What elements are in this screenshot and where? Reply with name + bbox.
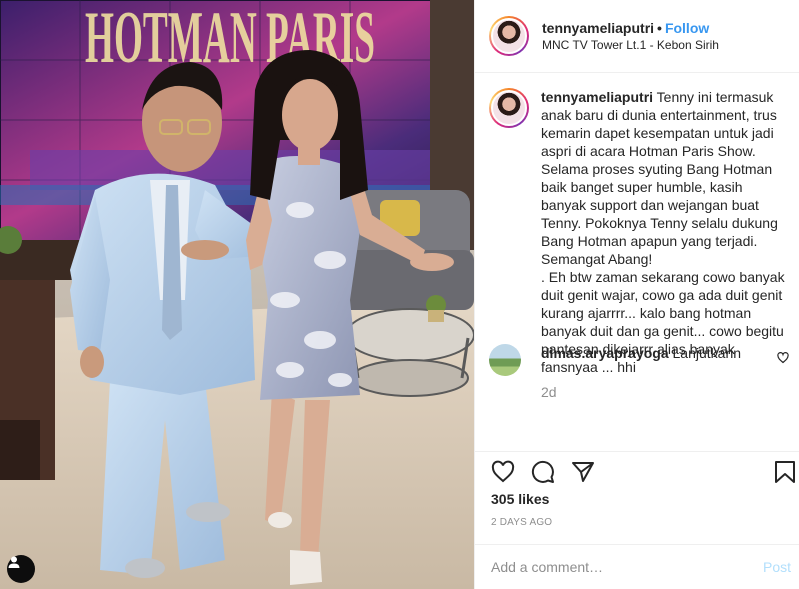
caption: tennyameliaputri Tenny ini termasuk anak…	[489, 88, 785, 376]
caption-username[interactable]: tennyameliaputri	[541, 89, 653, 105]
post-header: tennyameliaputri • Follow MNC TV Tower Lt.…	[475, 0, 799, 73]
caption-avatar[interactable]	[489, 88, 529, 128]
post-side-panel: tennyameliaputri • Follow MNC TV Tower Lt.…	[474, 0, 799, 589]
small-heart-icon[interactable]	[777, 352, 789, 364]
share-icon	[572, 462, 594, 482]
caption-text: Tenny ini termasuk anak baru di dunia en…	[541, 89, 785, 375]
commenter-avatar[interactable]	[489, 344, 521, 376]
location-link[interactable]: MNC TV Tower Lt.1 - Kebon Sirih	[542, 38, 719, 52]
post-date[interactable]: 2 DAYS AGO	[491, 517, 552, 528]
post-comment-button[interactable]: Post	[763, 559, 791, 575]
author-avatar[interactable]	[489, 16, 529, 56]
add-comment-bar: Post	[475, 544, 799, 589]
photo-illustration: HOTMAN PARIS	[0, 0, 474, 589]
comment-username[interactable]: dimas.aryaprayoga	[541, 345, 669, 361]
comment-text: Lanjutkann	[672, 345, 742, 361]
user-tag-icon	[8, 556, 20, 568]
comment-icon	[531, 460, 554, 483]
comments-scroll-area[interactable]: tennyameliaputri Tenny ini termasuk anak…	[475, 74, 799, 451]
post-photo[interactable]: HOTMAN PARIS	[0, 0, 474, 589]
bookmark-icon	[775, 461, 795, 483]
user-tag-button[interactable]	[7, 555, 35, 583]
comment-button[interactable]	[529, 458, 557, 486]
separator-dot: •	[657, 20, 662, 36]
heart-icon	[491, 460, 515, 483]
save-button[interactable]	[771, 458, 799, 486]
caption-time: 2d	[541, 384, 557, 400]
comment-item: dimas.aryaprayoga Lanjutkann	[489, 344, 789, 377]
like-count[interactable]: 305 likes	[491, 491, 549, 507]
add-comment-input[interactable]	[491, 559, 763, 575]
follow-button[interactable]: Follow	[665, 20, 709, 36]
share-button[interactable]	[569, 458, 597, 486]
action-bar	[475, 451, 799, 491]
author-username[interactable]: tennyameliaputri	[542, 20, 654, 36]
like-button[interactable]	[489, 458, 517, 486]
